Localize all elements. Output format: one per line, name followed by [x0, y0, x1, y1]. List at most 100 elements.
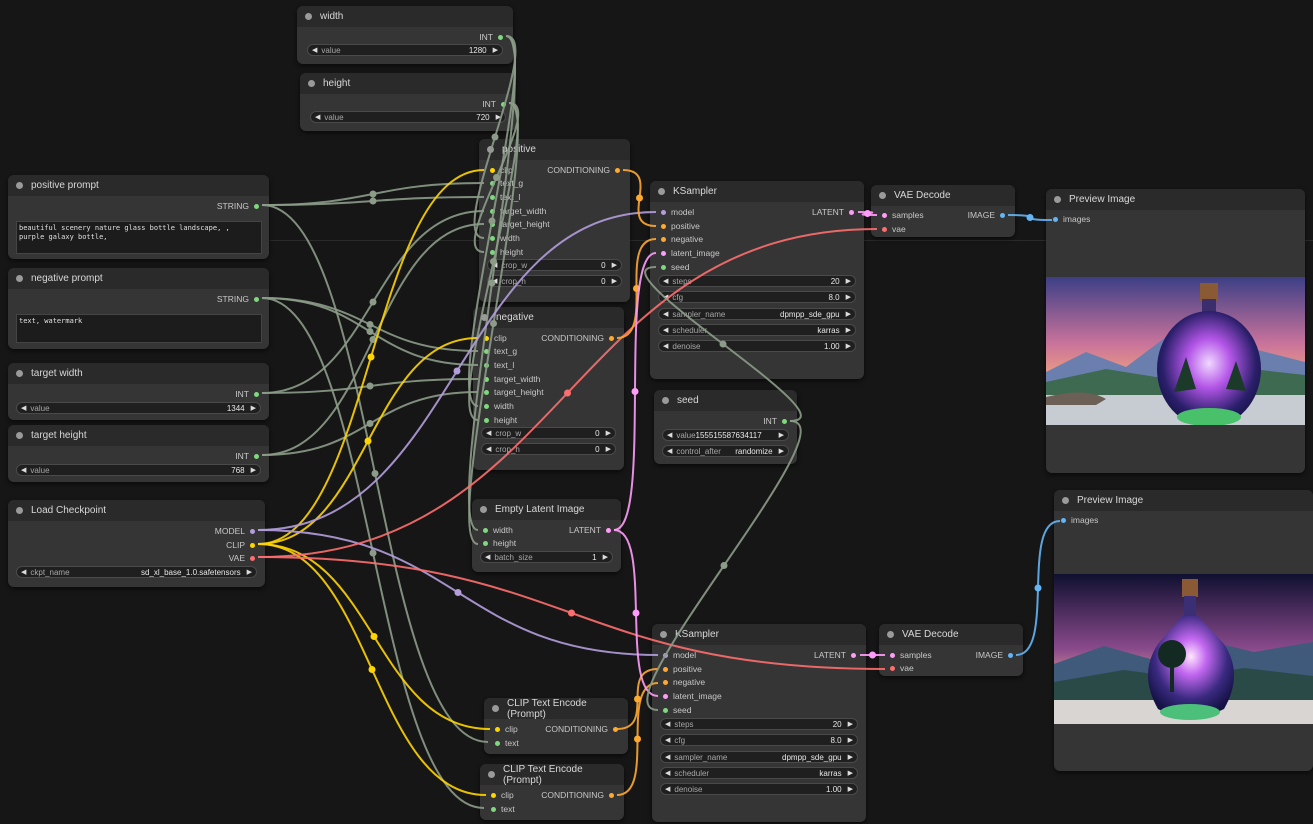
crop-w-widget[interactable]: ◀ crop_w 0 ▶ [481, 427, 616, 439]
model-output-dot-icon[interactable] [250, 528, 255, 534]
sampler-name-combo[interactable]: ◀ sampler_name dpmpp_sde_gpu ▶ [658, 308, 856, 320]
prompt-textarea[interactable]: beautiful scenery nature glass bottle la… [16, 221, 262, 254]
output-conditioning[interactable]: CONDITIONING [541, 789, 619, 801]
int-input-dot-icon[interactable] [490, 235, 495, 241]
increment-arrow-icon[interactable]: ▶ [606, 429, 611, 437]
output-int[interactable]: INT [482, 98, 511, 110]
node-title-bar[interactable]: KSampler [650, 181, 864, 202]
latent-output-dot-icon[interactable] [849, 209, 854, 215]
decrement-arrow-icon[interactable]: ◀ [21, 466, 26, 474]
node-title-bar[interactable]: target height [8, 425, 269, 446]
input-vae[interactable]: vae [877, 223, 906, 235]
input-clip[interactable]: clip [486, 789, 514, 801]
decrement-arrow-icon[interactable]: ◀ [485, 553, 490, 561]
int-output-dot-icon[interactable] [782, 418, 787, 424]
latent-output-dot-icon[interactable] [606, 527, 611, 533]
conditioning-input-dot-icon[interactable] [661, 236, 666, 242]
node-title-bar[interactable]: Empty Latent Image [472, 499, 621, 520]
image-output-dot-icon[interactable] [1008, 652, 1013, 658]
increment-arrow-icon[interactable]: ▶ [846, 293, 851, 301]
string-input-dot-icon[interactable] [490, 180, 495, 186]
increment-arrow-icon[interactable]: ▶ [603, 553, 608, 561]
node-title-bar[interactable]: VAE Decode [871, 185, 1015, 206]
int-output-dot-icon[interactable] [498, 34, 503, 40]
increment-arrow-icon[interactable]: ▶ [612, 277, 617, 285]
next-arrow-icon[interactable]: ▶ [848, 753, 853, 761]
string-input-dot-icon[interactable] [484, 362, 489, 368]
input-latent-image[interactable]: latent_image [658, 690, 722, 702]
decrement-arrow-icon[interactable]: ◀ [663, 342, 668, 350]
node-width[interactable]: width INT ◀ value 1280 ▶ [297, 6, 513, 64]
string-input-dot-icon[interactable] [484, 348, 489, 354]
collapse-dot-icon[interactable] [658, 188, 665, 195]
node-title-bar[interactable]: Load Checkpoint [8, 500, 265, 521]
input-seed[interactable]: seed [658, 704, 691, 716]
output-latent[interactable]: LATENT [569, 524, 616, 536]
collapse-dot-icon[interactable] [1062, 497, 1069, 504]
prev-arrow-icon[interactable]: ◀ [21, 568, 26, 576]
input-height[interactable]: height [478, 537, 516, 549]
latent-input-dot-icon[interactable] [661, 250, 666, 256]
node-title-bar[interactable]: seed [654, 390, 797, 411]
collapse-dot-icon[interactable] [480, 506, 487, 513]
conditioning-output-dot-icon[interactable] [613, 726, 618, 732]
node-title-bar[interactable]: Preview Image [1046, 189, 1305, 210]
node-target-width[interactable]: target width INT ◀ value 1344 ▶ [8, 363, 269, 420]
input-samples[interactable]: samples [885, 649, 932, 661]
sampler-name-combo[interactable]: ◀ sampler_name dpmpp_sde_gpu ▶ [660, 751, 858, 763]
input-clip[interactable]: clip [479, 332, 507, 344]
input-vae[interactable]: vae [885, 662, 914, 674]
latent-input-dot-icon[interactable] [663, 693, 668, 699]
int-input-dot-icon[interactable] [484, 389, 489, 395]
control-after-generate-combo[interactable]: ◀ control_after randomize ▶ [662, 445, 789, 457]
string-output-dot-icon[interactable] [254, 296, 259, 302]
output-conditioning[interactable]: CONDITIONING [541, 332, 619, 344]
steps-widget[interactable]: ◀ steps 20 ▶ [660, 718, 858, 730]
collapse-dot-icon[interactable] [492, 705, 499, 712]
string-output-dot-icon[interactable] [254, 203, 259, 209]
value-widget[interactable]: ◀ value 1344 ▶ [16, 402, 261, 414]
input-positive[interactable]: positive [656, 220, 700, 232]
node-title-bar[interactable]: negative [473, 307, 624, 328]
collapse-dot-icon[interactable] [16, 507, 23, 514]
node-preview-image-1[interactable]: Preview Image images [1046, 189, 1305, 473]
denoise-widget[interactable]: ◀ denoise 1.00 ▶ [660, 783, 858, 795]
collapse-dot-icon[interactable] [879, 192, 886, 199]
node-positive-prompt[interactable]: positive prompt STRING beautiful scenery… [8, 175, 269, 259]
node-positive-conditioning[interactable]: positive clip text_g text_l target_width… [479, 139, 630, 302]
node-title-bar[interactable]: CLIP Text Encode (Prompt) [480, 764, 624, 786]
node-seed[interactable]: seed INT ◀ value 155515587634117 ▶ ◀ control… [654, 390, 797, 464]
increment-arrow-icon[interactable]: ▶ [848, 720, 853, 728]
image-output-dot-icon[interactable] [1000, 212, 1005, 218]
collapse-dot-icon[interactable] [660, 631, 667, 638]
input-images[interactable]: images [1048, 213, 1090, 225]
int-input-dot-icon[interactable] [483, 527, 488, 533]
steps-widget[interactable]: ◀ steps 20 ▶ [658, 275, 856, 287]
increment-arrow-icon[interactable]: ▶ [848, 785, 853, 793]
clip-input-dot-icon[interactable] [490, 167, 495, 173]
decrement-arrow-icon[interactable]: ◀ [665, 785, 670, 793]
crop-w-widget[interactable]: ◀ crop_w 0 ▶ [487, 259, 622, 271]
value-widget[interactable]: ◀ value 720 ▶ [310, 111, 506, 123]
collapse-dot-icon[interactable] [16, 275, 23, 282]
image-input-dot-icon[interactable] [1061, 517, 1066, 523]
node-title-bar[interactable]: height [300, 73, 516, 94]
prev-arrow-icon[interactable]: ◀ [663, 326, 668, 334]
increment-arrow-icon[interactable]: ▶ [846, 277, 851, 285]
input-target-height[interactable]: target_height [485, 218, 550, 230]
output-string[interactable]: STRING [217, 200, 264, 212]
input-text[interactable]: text [486, 803, 515, 815]
input-target-width[interactable]: target_width [485, 205, 546, 217]
clip-output-dot-icon[interactable] [250, 542, 255, 548]
output-image[interactable]: IMAGE [976, 649, 1018, 661]
node-title-bar[interactable]: negative prompt [8, 268, 269, 289]
next-arrow-icon[interactable]: ▶ [848, 769, 853, 777]
output-image[interactable]: IMAGE [968, 209, 1010, 221]
node-vae-decode-2[interactable]: VAE Decode samples vae IMAGE [879, 624, 1023, 676]
input-target-width[interactable]: target_width [479, 373, 540, 385]
next-arrow-icon[interactable]: ▶ [846, 326, 851, 334]
increment-arrow-icon[interactable]: ▶ [606, 445, 611, 453]
decrement-arrow-icon[interactable]: ◀ [663, 293, 668, 301]
collapse-dot-icon[interactable] [305, 13, 312, 20]
output-conditioning[interactable]: CONDITIONING [545, 723, 623, 735]
